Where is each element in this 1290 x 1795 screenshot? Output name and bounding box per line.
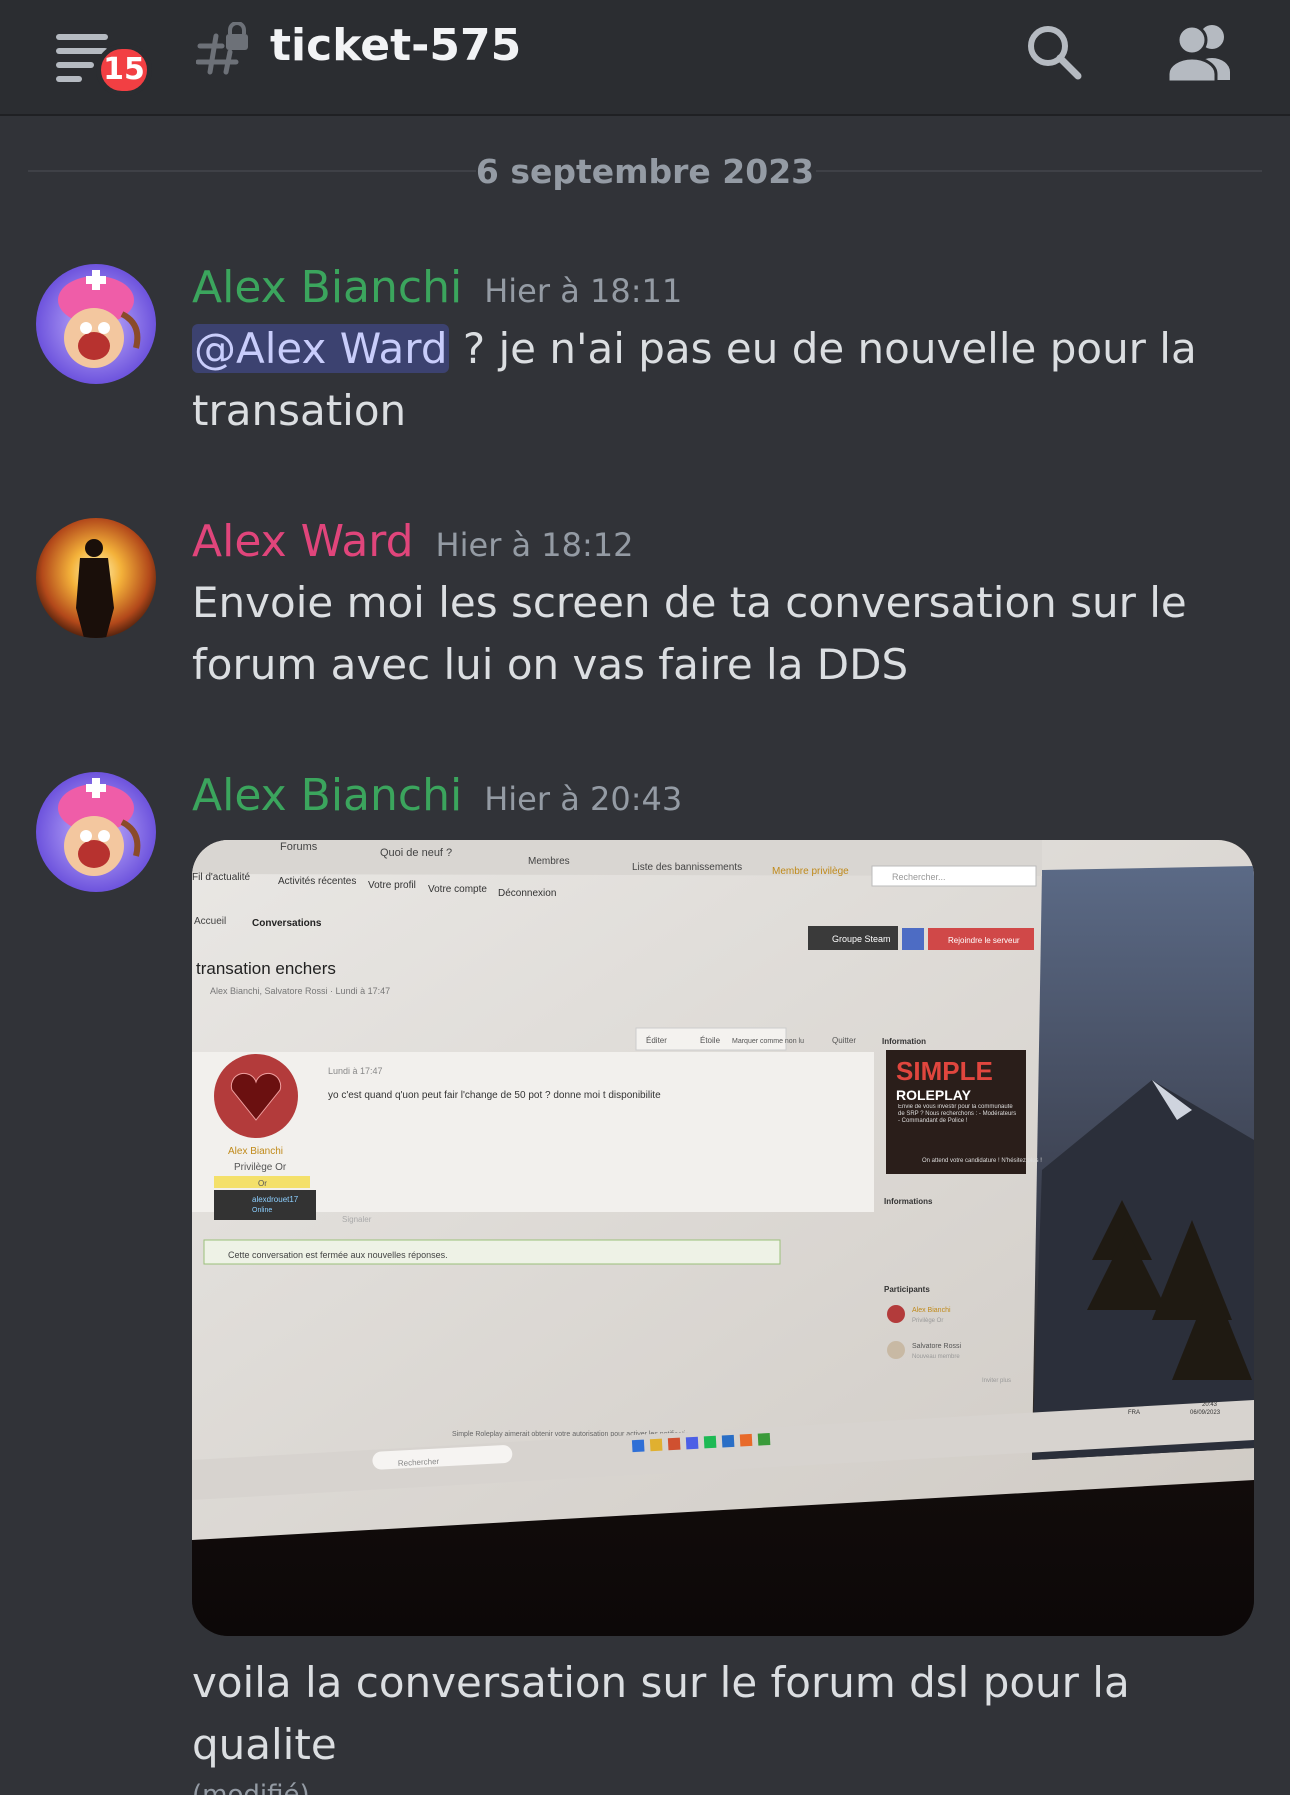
photo-participant-2-rank: Nouveau membre bbox=[912, 1354, 960, 1360]
photo-informations: Informations bbox=[884, 1197, 933, 1206]
photo-poster-steam: alexdrouet17 bbox=[252, 1195, 299, 1204]
members-icon[interactable] bbox=[1162, 20, 1238, 84]
photo-nav-bans: Liste des bannissements bbox=[632, 862, 742, 873]
date-divider-label: 6 septembre 2023 bbox=[475, 152, 815, 191]
search-icon[interactable] bbox=[1022, 20, 1086, 84]
photo-post-time: Lundi à 17:47 bbox=[328, 1066, 383, 1076]
photo-lang: FRA bbox=[1128, 1410, 1140, 1416]
photo-subnav-account: Votre compte bbox=[428, 884, 487, 895]
photo-steam-button: Groupe Steam bbox=[832, 934, 891, 944]
message-header: Alex Bianchi Hier à 20:43 bbox=[192, 770, 682, 821]
avatar[interactable] bbox=[36, 264, 156, 384]
photo-subnav-feed: Fil d'actualité bbox=[192, 872, 250, 883]
photo-join-button: Rejoindre le serveur bbox=[948, 936, 1020, 945]
photo-action-edit: Éditer bbox=[646, 1036, 667, 1045]
message-content: @Alex Ward ? je n'ai pas eu de nouvelle … bbox=[192, 318, 1272, 442]
photo-participant-2: Salvatore Rossi bbox=[912, 1343, 961, 1350]
avatar[interactable] bbox=[36, 772, 156, 892]
message-content: voila la conversation sur le forum dsl p… bbox=[192, 1652, 1272, 1795]
photo-conversation-meta: Alex Bianchi, Salvatore Rossi · Lundi à … bbox=[210, 986, 390, 996]
photo-invite-more: Inviter plus bbox=[982, 1378, 1011, 1384]
author-name[interactable]: Alex Bianchi bbox=[192, 770, 462, 821]
message-header: Alex Bianchi Hier à 18:11 bbox=[192, 262, 682, 313]
photo-nav-forums: Forums bbox=[280, 841, 318, 853]
photo-poster-name: Alex Bianchi bbox=[228, 1146, 283, 1157]
photo-poster-rank: Privilège Or bbox=[234, 1162, 287, 1173]
photo-ad-footer: On attend votre candidature ! N'hésitez … bbox=[922, 1158, 1042, 1164]
photo-ad-title: SIMPLE bbox=[896, 1056, 993, 1086]
photo-nav-members: Membres bbox=[528, 856, 570, 867]
photo-action-leave: Quitter bbox=[832, 1036, 856, 1045]
avatar[interactable] bbox=[36, 518, 156, 638]
author-name[interactable]: Alex Bianchi bbox=[192, 262, 462, 313]
unread-badge: 15 bbox=[96, 44, 152, 96]
message-timestamp: Hier à 20:43 bbox=[484, 780, 683, 818]
photo-breadcrumb-conversations: Conversations bbox=[252, 918, 322, 929]
photo-clock-time: 20:43 bbox=[1202, 1402, 1218, 1408]
image-attachment[interactable]: Forums Quoi de neuf ? Membres Liste des … bbox=[192, 840, 1254, 1636]
photo-poster-status: Online bbox=[252, 1207, 272, 1214]
menu-icon bbox=[56, 34, 108, 40]
channel-name: ticket-575 bbox=[270, 20, 522, 71]
photo-closed-notice: Cette conversation est fermée aux nouvel… bbox=[228, 1250, 448, 1260]
photo-poster-tag: Or bbox=[258, 1179, 267, 1188]
message-text: voila la conversation sur le forum dsl p… bbox=[192, 1658, 1130, 1769]
message-header: Alex Ward Hier à 18:12 bbox=[192, 516, 634, 567]
author-name[interactable]: Alex Ward bbox=[192, 516, 414, 567]
message-timestamp: Hier à 18:12 bbox=[435, 526, 634, 564]
photo-nav-privilege: Membre privilège bbox=[772, 866, 849, 877]
photo-clock-date: 06/09/2023 bbox=[1190, 1410, 1221, 1416]
channel-header: 15 ticket-575 bbox=[0, 0, 1290, 116]
photo-ad-subtitle: ROLEPLAY bbox=[896, 1087, 972, 1103]
photo-report-link: Signaler bbox=[342, 1215, 372, 1224]
menu-icon-bar bbox=[56, 62, 94, 68]
photo-nav-whats-new: Quoi de neuf ? bbox=[380, 847, 452, 859]
user-mention[interactable]: @Alex Ward bbox=[192, 324, 450, 373]
photo-sidebar-info: Information bbox=[882, 1037, 926, 1046]
menu-icon-bar bbox=[56, 76, 82, 82]
avatar-chopper-image bbox=[36, 772, 156, 892]
photo-participant-1: Alex Bianchi bbox=[912, 1307, 951, 1314]
photo-subnav-activity: Activités récentes bbox=[278, 876, 356, 887]
photo-participant-1-rank: Privilège Or bbox=[912, 1318, 943, 1324]
photo-of-forum-screen: Forums Quoi de neuf ? Membres Liste des … bbox=[192, 840, 1254, 1636]
photo-action-mark-unread: Marquer comme non lu bbox=[732, 1038, 804, 1045]
photo-search-placeholder: Rechercher... bbox=[892, 872, 946, 882]
photo-subnav-profile: Votre profil bbox=[368, 880, 416, 891]
message-content: Envoie moi les screen de ta conversation… bbox=[192, 578, 1187, 689]
photo-post-text: yo c'est quand q'uon peut fair l'change … bbox=[328, 1090, 661, 1101]
photo-breadcrumb-home: Accueil bbox=[194, 916, 226, 927]
edited-label: (modifié) bbox=[192, 1780, 310, 1795]
photo-action-star: Étoile bbox=[700, 1036, 721, 1045]
menu-icon-bar bbox=[56, 48, 108, 54]
photo-participants-title: Participants bbox=[884, 1285, 930, 1294]
photo-ad-text: Envie de vous investir pour la communaut… bbox=[898, 1104, 1017, 1124]
private-channel-hash-icon bbox=[196, 22, 248, 75]
photo-conversation-title: transation enchers bbox=[196, 959, 336, 978]
avatar-chopper-image bbox=[36, 264, 156, 384]
menu-button[interactable]: 15 bbox=[52, 28, 152, 98]
message-timestamp: Hier à 18:11 bbox=[484, 272, 683, 310]
photo-subnav-logout: Déconnexion bbox=[498, 888, 556, 899]
avatar-silhouette-image bbox=[36, 518, 156, 638]
